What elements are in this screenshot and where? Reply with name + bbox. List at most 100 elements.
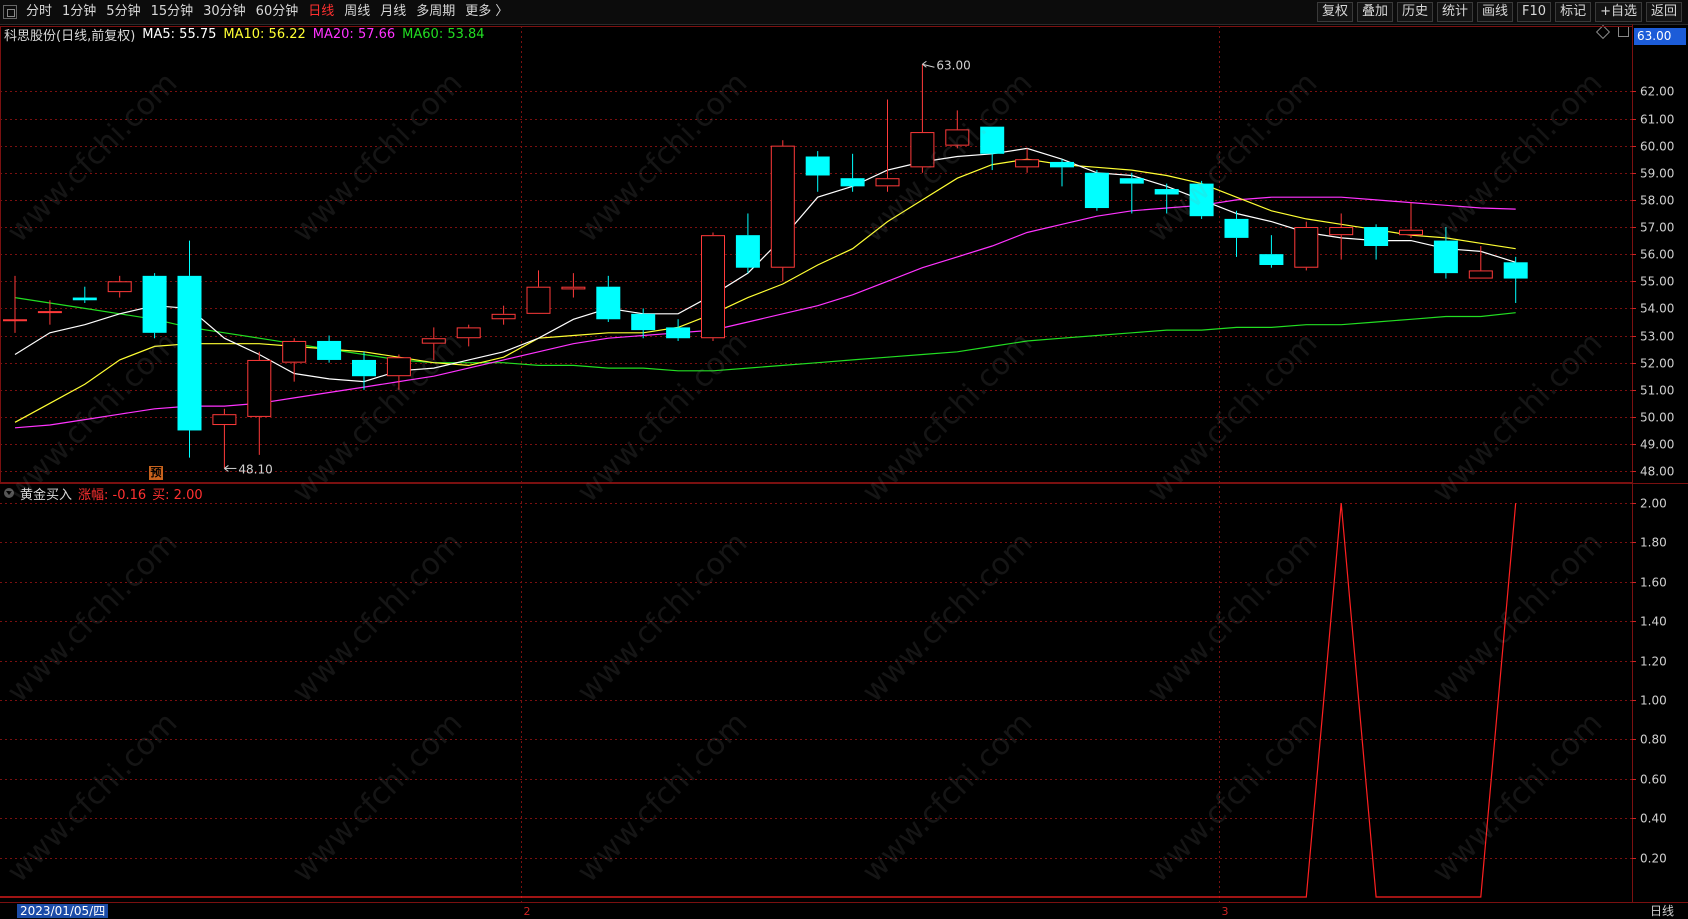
candle-body-down — [1189, 183, 1214, 217]
candle-body-down — [1503, 262, 1528, 279]
candle — [352, 351, 376, 390]
indicator-change: 涨幅: -0.16 — [78, 487, 147, 503]
candle — [177, 240, 202, 458]
candle — [282, 338, 307, 382]
indicator-legend: 黄金买入 涨幅: -0.16 买: 2.00 — [4, 484, 209, 503]
candle — [72, 286, 97, 303]
period-tab-2[interactable]: 5分钟 — [101, 0, 145, 24]
tool-button-3[interactable]: 统计 — [1437, 2, 1474, 22]
candle — [1015, 148, 1040, 173]
collapse-icon[interactable] — [4, 488, 14, 498]
candle-body-up — [247, 359, 272, 417]
candle-body-down — [1084, 172, 1109, 209]
candle-body-up — [1015, 159, 1040, 168]
tool-button-6[interactable]: 标记 — [1555, 2, 1592, 22]
candle — [980, 126, 1005, 171]
ma5-line — [14, 147, 1516, 383]
annotation-label: 63.00 — [936, 58, 970, 72]
period-tab-8[interactable]: 月线 — [375, 0, 411, 24]
grid-layer — [0, 24, 1688, 903]
date-axis — [0, 902, 1688, 919]
candle — [107, 275, 132, 298]
tool-button-4[interactable]: 画线 — [1477, 2, 1514, 22]
candle — [875, 99, 900, 192]
price-chart[interactable]: 48.00 49.00 50.00 51.00 52.00 53.00 54.00 55.00… — [0, 0, 1688, 919]
candle — [666, 319, 691, 341]
candle-body-down — [1119, 178, 1144, 184]
candle-body-up — [107, 281, 132, 293]
candle-body-up — [421, 338, 446, 344]
watermark-text: www.cfchi.com — [1140, 525, 1325, 710]
candle — [910, 64, 935, 173]
square-icon[interactable] — [1618, 26, 1629, 37]
period-tab-3[interactable]: 15分钟 — [146, 0, 199, 24]
indicator-name[interactable]: 黄金买入 — [20, 484, 72, 503]
candle — [247, 351, 272, 455]
watermark-text: www.cfchi.com — [855, 525, 1040, 710]
period-tabs: 分时 1分钟 5分钟 15分钟 30分钟 60分钟 日线 周线 月线 多周期 更多 〉 — [21, 0, 513, 24]
candle — [1189, 180, 1214, 219]
candle-body-up — [1468, 270, 1493, 279]
candle — [491, 305, 516, 325]
indicator-tick-label: 0.20 — [1640, 852, 1667, 866]
tool-button-0[interactable]: 复权 — [1316, 2, 1353, 22]
candle-body-down — [177, 275, 202, 431]
candle-body-down — [735, 235, 760, 268]
period-tab-0[interactable]: 分时 — [21, 0, 57, 24]
candle-body-up — [386, 357, 411, 377]
ma5-value: MA5: 55.75 — [142, 26, 217, 42]
candle — [1294, 221, 1319, 271]
period-tab-10[interactable]: 更多 〉 — [460, 0, 513, 24]
period-tab-6[interactable]: 日线 — [303, 0, 339, 24]
price-tick-label: 55.00 — [1640, 275, 1674, 289]
diamond-icon[interactable] — [1595, 24, 1611, 39]
watermark-text: www.cfchi.com — [855, 325, 1040, 510]
candle — [1433, 227, 1458, 279]
candle — [1503, 256, 1528, 303]
candle — [1154, 183, 1179, 214]
watermark-text: www.cfchi.com — [1140, 325, 1325, 510]
candle — [1364, 224, 1389, 260]
tool-button-8[interactable]: 返回 — [1645, 2, 1682, 22]
price-tick-label: 51.00 — [1640, 384, 1674, 398]
period-tab-7[interactable]: 周线 — [339, 0, 375, 24]
period-toolbar: 分时 1分钟 5分钟 15分钟 30分钟 60分钟 日线 周线 月线 多周期 更多 〉 复权 叠加 历史… — [0, 0, 1688, 25]
ma20-line — [14, 196, 1516, 429]
indicator-tick-label: 2.00 — [1640, 497, 1667, 511]
price-tick-label: 50.00 — [1640, 411, 1674, 425]
period-tab-1[interactable]: 1分钟 — [57, 0, 101, 24]
watermark-text: www.cfchi.com — [285, 705, 470, 890]
watermark-text: www.cfchi.com — [1425, 705, 1610, 890]
candle — [421, 327, 446, 360]
candle-body-down — [1259, 254, 1284, 265]
candle — [212, 408, 237, 469]
stock-title[interactable]: 科思股份(日线,前复权) — [4, 25, 135, 44]
window-restore-icon[interactable] — [3, 5, 17, 19]
indicator-tick-label: 0.80 — [1640, 733, 1667, 747]
indicator-tick-label: 1.00 — [1640, 694, 1667, 708]
candle — [1119, 172, 1144, 214]
tool-button-2[interactable]: 历史 — [1396, 2, 1433, 22]
candle-body-up — [37, 311, 62, 314]
period-tab-9[interactable]: 多周期 — [411, 0, 460, 24]
candle-body-down — [1154, 189, 1179, 195]
watermark-text: www.cfchi.com — [1140, 705, 1325, 890]
price-tick-label: 62.00 — [1640, 85, 1674, 99]
tool-button-1[interactable]: 叠加 — [1356, 2, 1393, 22]
price-tick-label: 48.00 — [1640, 465, 1674, 479]
tool-buttons: 复权 叠加 历史 统计 画线 F10 标记 +自选 返回 — [1313, 0, 1682, 24]
annotation-arrow — [224, 465, 229, 472]
price-tick-label: 59.00 — [1640, 167, 1674, 181]
price-tick-label: 60.00 — [1640, 140, 1674, 154]
annotations: 63.00 48.10 — [224, 58, 971, 476]
tool-button-5[interactable]: F10 — [1517, 2, 1552, 22]
period-tab-5[interactable]: 60分钟 — [251, 0, 304, 24]
candle-body-up — [875, 178, 900, 187]
period-tab-4[interactable]: 30分钟 — [198, 0, 251, 24]
watermark-text: www.cfchi.com — [570, 325, 755, 510]
candle-body-up — [456, 327, 481, 339]
tool-button-7[interactable]: +自选 — [1595, 2, 1642, 22]
candle-body-up — [945, 129, 970, 146]
watermark-text: www.cfchi.com — [0, 705, 185, 890]
ma60-value: MA60: 53.84 — [402, 26, 485, 42]
